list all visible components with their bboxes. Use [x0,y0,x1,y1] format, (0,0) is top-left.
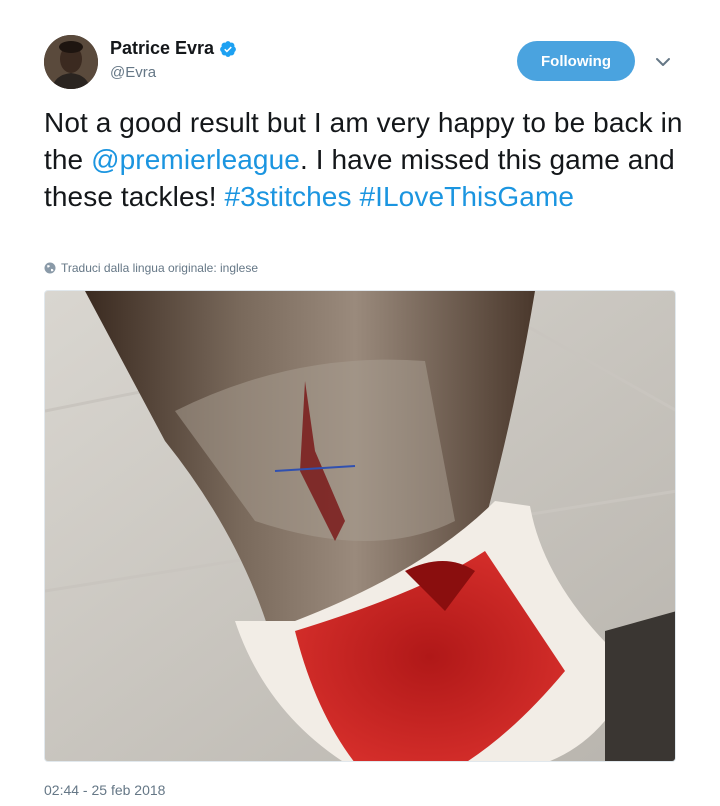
chevron-down-icon[interactable] [653,52,673,72]
display-name[interactable]: Patrice Evra [110,38,214,59]
mention-link[interactable]: @premierleague [91,144,300,175]
hashtag-link[interactable]: #3stitches [224,181,351,212]
tweet-photo[interactable] [44,290,676,762]
hashtag-link[interactable]: #ILoveThisGame [359,181,574,212]
avatar[interactable] [44,35,98,89]
translate-link[interactable]: Traduci dalla lingua originale: inglese [44,261,258,275]
timestamp[interactable]: 02:44 - 25 feb 2018 [44,782,165,798]
name-row: Patrice Evra [110,38,237,59]
handle[interactable]: @Evra [110,64,156,81]
verified-badge-icon [220,40,236,57]
translate-label: Traduci dalla lingua originale: inglese [61,261,259,275]
following-button[interactable]: Following [517,41,635,81]
tweet-card: Patrice Evra @Evra Following Not a good … [0,0,720,806]
globe-icon [44,262,56,274]
tweet-text: Not a good result but I am very happy to… [44,104,684,215]
